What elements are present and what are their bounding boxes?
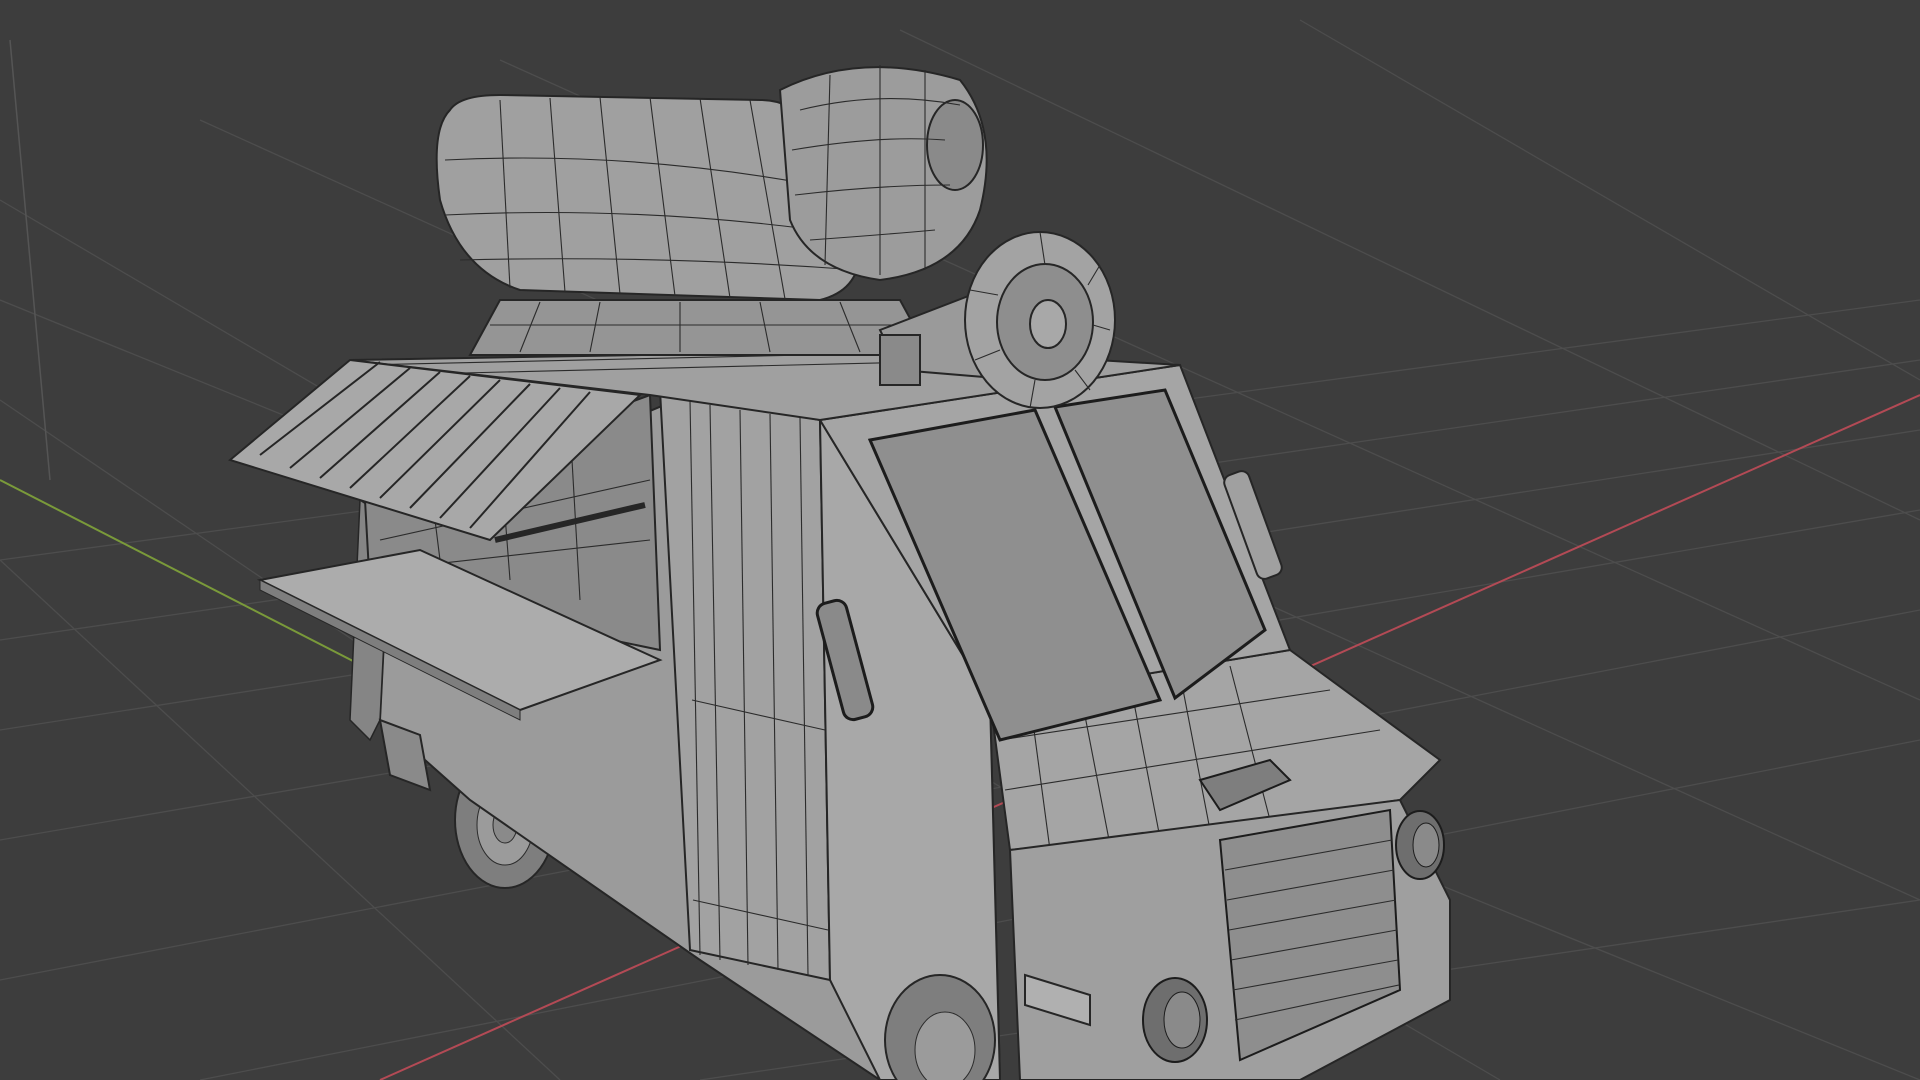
left-headlight — [1142, 977, 1208, 1063]
viewport-canvas[interactable] — [0, 0, 1920, 1080]
roof-cone-prop — [778, 65, 988, 282]
right-headlight — [1395, 810, 1445, 880]
roof-rack — [468, 299, 932, 356]
z-axis-line — [9, 39, 51, 481]
3d-viewport[interactable] — [0, 0, 1920, 1080]
